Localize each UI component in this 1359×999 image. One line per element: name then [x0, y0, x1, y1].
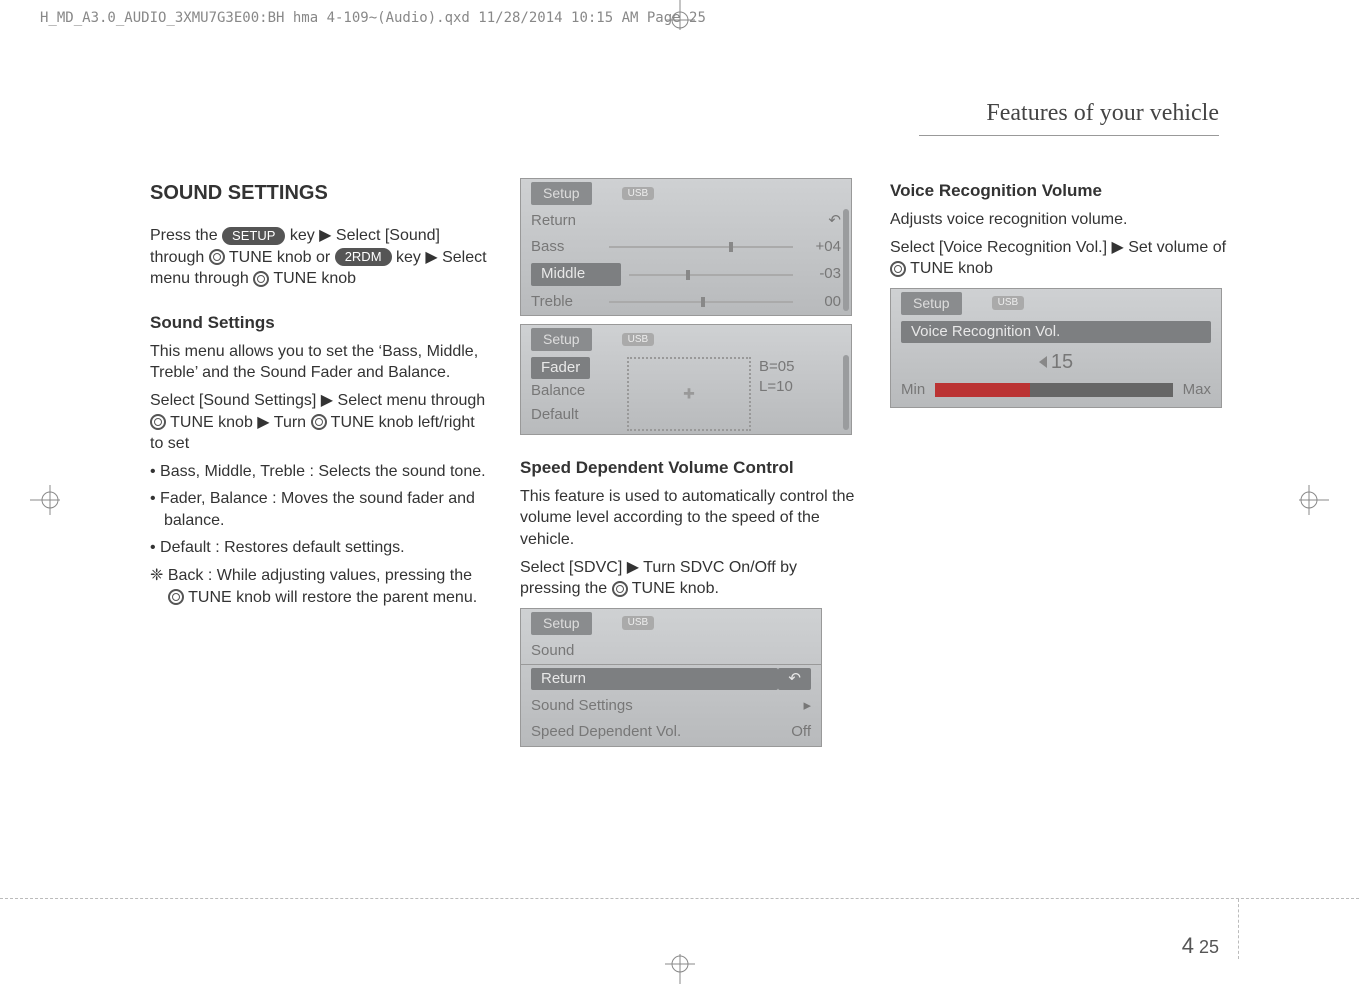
- top-crop-mark: [660, 0, 700, 45]
- default-label: Default: [531, 403, 621, 427]
- usb-badge: USB: [622, 333, 655, 347]
- screen-scrollbar: [843, 355, 849, 430]
- return-row: Return: [531, 211, 828, 231]
- right-guide: [1238, 899, 1239, 959]
- usb-badge: USB: [622, 616, 655, 630]
- bottom-guide: [0, 898, 1359, 899]
- sdvc-description: This feature is used to automatically co…: [520, 486, 860, 551]
- tune-knob-icon: [612, 581, 628, 597]
- right-crop-mark: [1289, 480, 1329, 525]
- sound-menu-screen: Setup USB Sound Return ↶ Sound Settings …: [520, 608, 822, 747]
- file-info-text: H_MD_A3.0_AUDIO_3XMU7G3E00:BH hma 4-109~…: [40, 10, 706, 26]
- section-number: 4: [1182, 933, 1194, 958]
- balance-label: Balance: [531, 379, 621, 403]
- settings-bullet-list: • Bass, Middle, Treble : Selects the sou…: [150, 461, 490, 559]
- text: TUNE knob ▶ Turn: [170, 414, 310, 431]
- bullet-fader: • Fader, Balance : Moves the sound fader…: [150, 488, 490, 531]
- tune-knob-icon: [890, 261, 906, 277]
- min-label: Min: [901, 380, 925, 400]
- bullet-bass: • Bass, Middle, Treble : Selects the sou…: [150, 461, 490, 483]
- back-note: ❈ Back : While adjusting values, pressin…: [150, 565, 490, 608]
- column-1: SOUND SETTINGS Press the SETUP key ▶ Sel…: [150, 170, 490, 614]
- crosshair-icon: ✚: [683, 384, 695, 403]
- sdvc-value: Off: [791, 722, 811, 742]
- tune-knob-icon: [253, 271, 269, 287]
- text: TUNE knob or: [229, 249, 335, 266]
- volume-meter-fill: [935, 383, 1030, 397]
- text: TUNE knob will restore the parent menu.: [188, 589, 477, 606]
- setup-tab: Setup: [901, 292, 962, 315]
- tone-setup-screen: Setup USB Return ↶ Bass +04 Middle -03 T…: [520, 178, 852, 316]
- rdm-key: 2RDM: [335, 248, 392, 266]
- bass-label: Bass: [531, 237, 601, 257]
- balance-setup-screen: Setup USB Fader Balance Default ✚ B=05 L…: [520, 324, 852, 435]
- text: Press the: [150, 227, 222, 244]
- treble-slider: [609, 301, 793, 303]
- page-index: 25: [1199, 937, 1219, 957]
- triangle-left-icon: [1039, 356, 1047, 368]
- tune-knob-icon: [168, 589, 184, 605]
- usb-badge: USB: [622, 187, 655, 201]
- usb-badge: USB: [992, 296, 1025, 310]
- setup-tab: Setup: [531, 612, 592, 635]
- bass-value: +04: [801, 237, 841, 257]
- sdvc-heading: Speed Dependent Volume Control: [520, 457, 860, 480]
- balance-grid: ✚: [627, 357, 751, 431]
- treble-value: 00: [801, 292, 841, 312]
- tune-knob-icon: [150, 414, 166, 430]
- treble-label: Treble: [531, 292, 601, 312]
- voice-volume-screen: Setup USB Voice Recognition Vol. 15 Min …: [890, 288, 1222, 408]
- return-icon: ↶: [778, 668, 811, 690]
- text: Select [Voice Recognition Vol.] ▶ Set vo…: [890, 239, 1226, 256]
- text: TUNE knob: [910, 260, 993, 277]
- return-icon: ↶: [828, 211, 841, 231]
- middle-slider: [629, 274, 793, 276]
- tune-knob-icon: [311, 414, 327, 430]
- voice-vol-value: 15: [1051, 349, 1073, 376]
- sdvc-instructions: Select [SDVC] ▶ Turn SDVC On/Off by pres…: [520, 557, 860, 600]
- voice-recognition-desc: Adjusts voice recognition volume.: [890, 209, 1230, 231]
- text: ❈ Back : While adjusting values, pressin…: [150, 567, 472, 584]
- voice-recognition-heading: Voice Recognition Volume: [890, 180, 1230, 203]
- sound-settings-subheading: Sound Settings: [150, 312, 490, 335]
- sound-settings-description: This menu allows you to set the ‘Bass, M…: [150, 341, 490, 384]
- column-3: Voice Recognition Volume Adjusts voice r…: [890, 170, 1230, 416]
- fader-value: B=05: [759, 357, 794, 377]
- left-crop-mark: [30, 480, 70, 525]
- title-rule: [919, 135, 1219, 136]
- bottom-crop-mark: [660, 944, 700, 989]
- press-setup-paragraph: Press the SETUP key ▶ Select [Sound] thr…: [150, 225, 490, 290]
- max-label: Max: [1183, 380, 1211, 400]
- volume-meter: [935, 383, 1172, 397]
- setup-tab: Setup: [531, 328, 592, 351]
- tune-knob-icon: [209, 249, 225, 265]
- bass-slider: [609, 246, 793, 248]
- voice-vol-row: Voice Recognition Vol.: [901, 321, 1211, 343]
- voice-recognition-instructions: Select [Voice Recognition Vol.] ▶ Set vo…: [890, 237, 1230, 280]
- sound-settings-row: Sound Settings: [531, 696, 803, 716]
- text: TUNE knob: [273, 270, 356, 287]
- bullet-default: • Default : Restores default settings.: [150, 537, 490, 559]
- setup-tab: Setup: [531, 182, 592, 205]
- text: Select [Sound Settings] ▶ Select menu th…: [150, 392, 485, 409]
- screen-scrollbar: [843, 209, 849, 311]
- sound-header: Sound: [531, 641, 574, 661]
- return-row: Return: [531, 668, 778, 690]
- middle-label: Middle: [531, 263, 621, 285]
- middle-value: -03: [801, 264, 841, 284]
- column-2: Setup USB Return ↶ Bass +04 Middle -03 T…: [520, 170, 860, 755]
- chapter-title: Features of your vehicle: [986, 100, 1219, 127]
- fader-label: Fader: [531, 357, 590, 379]
- sdvc-row: Speed Dependent Vol.: [531, 722, 791, 742]
- setup-key: SETUP: [222, 227, 285, 245]
- balance-value: L=10: [759, 377, 794, 397]
- sound-settings-heading: SOUND SETTINGS: [150, 180, 490, 207]
- select-instructions: Select [Sound Settings] ▶ Select menu th…: [150, 390, 490, 455]
- chevron-right-icon: ▸: [803, 696, 811, 716]
- page-number: 4 25: [1182, 933, 1219, 959]
- text: TUNE knob.: [632, 580, 719, 597]
